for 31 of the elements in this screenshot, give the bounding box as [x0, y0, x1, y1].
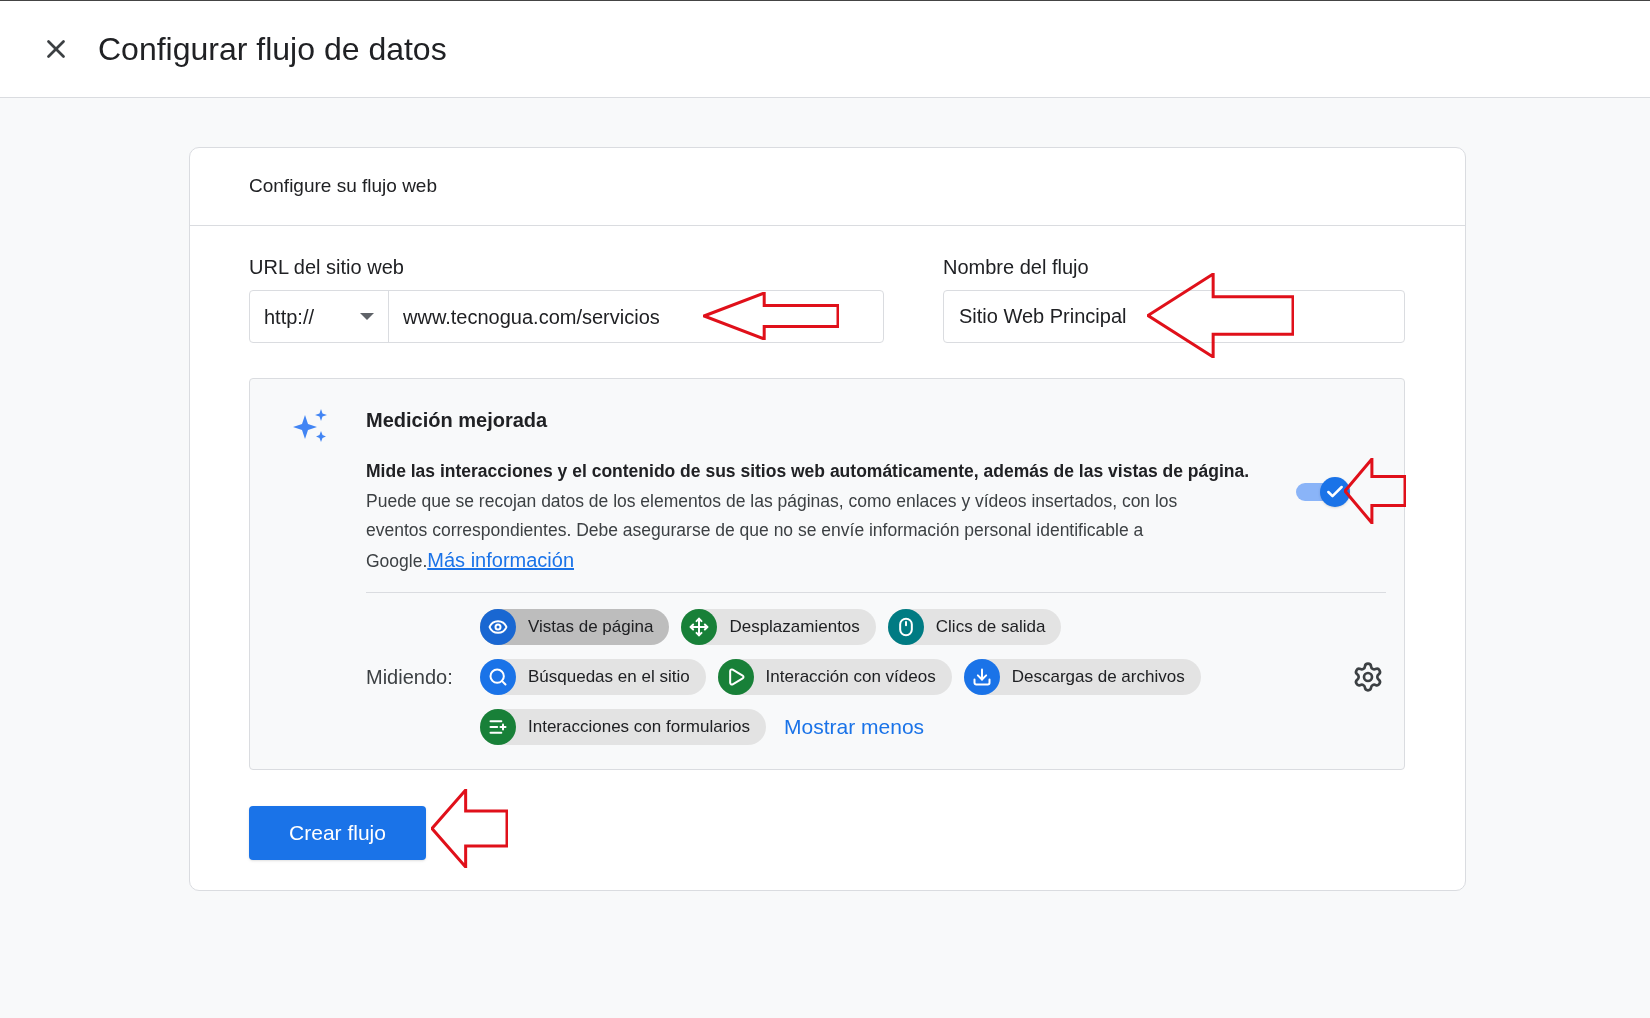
stream-name-input[interactable]: Sitio Web Principal	[943, 290, 1405, 343]
dropdown-caret-icon	[360, 313, 374, 320]
eye-icon	[488, 617, 508, 637]
learn-more-link[interactable]: Más información	[427, 548, 574, 571]
annotation-arrow	[1344, 458, 1406, 524]
description-text: Puede que se recojan datos de los elementos de las páginas, como enlaces y vídeos insertados, con los eventos correspondientes. Debe asegurarse de que no se envíe información personal identificable a Google.Más información	[366, 489, 1179, 573]
measurement-chip[interactable]: Búsquedas en el sitio	[480, 659, 706, 695]
measurement-chip[interactable]: Interacciones con formularios	[480, 709, 767, 745]
section-title: Medición mejorada	[366, 408, 549, 433]
move-arrows-icon	[689, 617, 710, 637]
field-label: Nombre del flujo	[943, 255, 1090, 280]
show-less-link[interactable]: Mostrar menos	[784, 711, 925, 743]
sparkle-icon	[293, 409, 329, 443]
description-lead: Mide las interacciones y el contenido de sus sitios web automáticamente, además de las vistas de página.	[366, 460, 1250, 483]
page-title: Configurar flujo de datos	[98, 30, 447, 69]
field-label: URL del sitio web	[249, 255, 405, 280]
toggle-switch[interactable]	[1296, 477, 1350, 507]
measuring-label: Midiendo:	[366, 665, 454, 690]
measurement-chip[interactable]: Desplazamientos	[681, 609, 876, 645]
measurement-chip[interactable]: Vistas de página	[480, 609, 670, 645]
card-title: Configure su flujo web	[249, 174, 437, 199]
measurement-chip[interactable]: Descargas de archivos	[963, 659, 1201, 695]
measurement-chip[interactable]: Interacción con vídeos	[717, 659, 952, 695]
list-plus-icon	[488, 717, 508, 737]
download-icon	[971, 667, 992, 687]
create-stream-button[interactable]: Crear flujo	[249, 806, 426, 860]
protocol-dropdown[interactable]: http://	[250, 291, 389, 342]
search-icon	[488, 667, 508, 687]
url-field[interactable]: http:// www.tecnogua.com/servicios	[249, 290, 884, 343]
measurement-chip[interactable]: Clics de salida	[887, 609, 1062, 645]
settings-icon	[1352, 661, 1384, 693]
